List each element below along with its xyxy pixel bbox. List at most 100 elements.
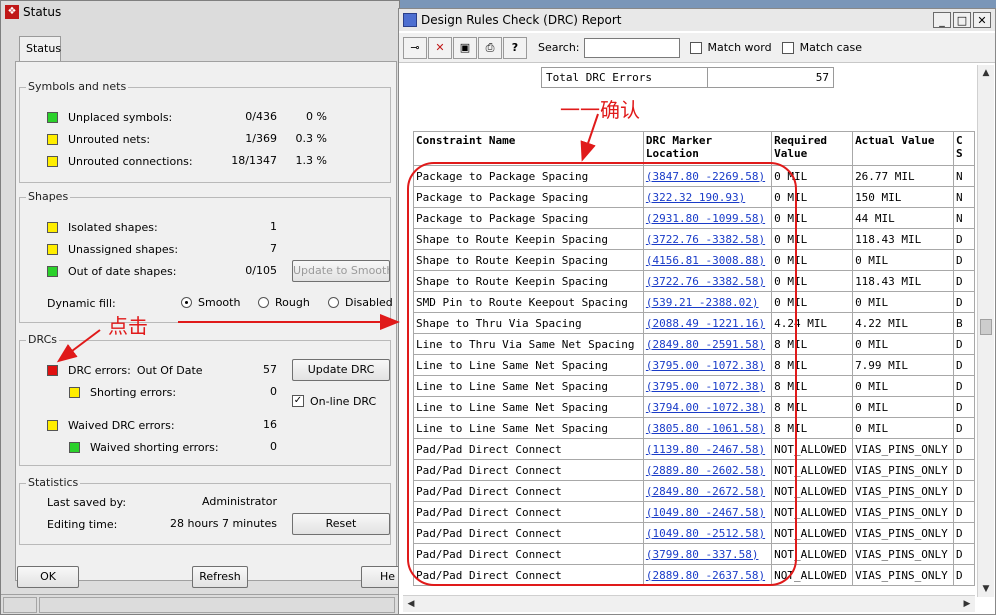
update-drc-button[interactable]: Update DRC xyxy=(292,359,390,381)
scroll-down-icon[interactable]: ▼ xyxy=(978,581,994,597)
cell-marker-location[interactable]: (2931.80 -1099.58) xyxy=(642,207,773,229)
scroll-left-icon[interactable]: ◀ xyxy=(403,596,419,612)
online-drc-checkbox[interactable]: ✓ On-line DRC xyxy=(292,394,376,408)
cell-marker-location[interactable]: (2088.49 -1221.16) xyxy=(642,312,773,334)
marker-location-link[interactable]: (3795.00 -1072.38) xyxy=(646,380,765,393)
marker-location-link[interactable]: (2889.80 -2602.58) xyxy=(646,464,765,477)
table-row: Pad/Pad Direct Connect (1139.80 -2467.58)… xyxy=(413,438,975,460)
marker-location-link[interactable]: (539.21 -2388.02) xyxy=(646,296,759,309)
cell-required-value: 8 MIL xyxy=(771,417,854,439)
marker-location-link[interactable]: (2889.80 -2637.58) xyxy=(646,569,765,582)
marker-location-link[interactable]: (322.32 190.93) xyxy=(646,191,745,204)
radio-selected-icon xyxy=(181,296,192,308)
marker-location-link[interactable]: (1049.80 -2467.58) xyxy=(646,506,765,519)
maximize-icon[interactable]: □ xyxy=(953,12,971,28)
marker-location-link[interactable]: (2849.80 -2591.58) xyxy=(646,338,765,351)
marker-location-link[interactable]: (4156.81 -3008.88) xyxy=(646,254,765,267)
scroll-thumb[interactable] xyxy=(980,319,992,335)
cell-marker-location[interactable]: (1049.80 -2512.58) xyxy=(642,522,773,544)
cell-marker-location[interactable]: (2849.80 -2591.58) xyxy=(642,333,773,355)
cell-marker-location[interactable]: (1139.80 -2467.58) xyxy=(642,438,773,460)
cell-marker-location[interactable]: (2889.80 -2602.58) xyxy=(642,459,773,481)
table-row: Pad/Pad Direct Connect (2849.80 -2672.58)… xyxy=(413,480,975,502)
cell-marker-location[interactable]: (3794.00 -1072.38) xyxy=(642,396,773,418)
marker-location-link[interactable]: (3805.80 -1061.58) xyxy=(646,422,765,435)
marker-location-link[interactable]: (3722.76 -3382.58) xyxy=(646,233,765,246)
cell-s: D xyxy=(952,564,975,586)
print-icon[interactable]: ⎙ xyxy=(478,36,502,59)
help-button[interactable]: He xyxy=(361,566,401,588)
tab-status[interactable]: Status xyxy=(19,36,61,62)
cell-required-value: 8 MIL xyxy=(771,375,854,397)
checkbox-icon xyxy=(689,41,702,54)
marker-location-link[interactable]: (2088.49 -1221.16) xyxy=(646,317,765,330)
report-content[interactable]: Total DRC Errors 57 Constraint Name DRC … xyxy=(403,65,975,597)
close-icon[interactable]: ✕ xyxy=(973,12,991,28)
marker-location-link[interactable]: (1049.80 -2512.58) xyxy=(646,527,765,540)
fill-smooth-label: Smooth xyxy=(198,295,241,309)
status-green-icon xyxy=(47,111,58,123)
cell-actual-value: 44 MIL xyxy=(852,207,954,229)
cell-s: B xyxy=(952,312,975,334)
reset-button[interactable]: Reset xyxy=(292,513,390,535)
cell-required-value: 8 MIL xyxy=(771,396,854,418)
drc-errors-icon[interactable] xyxy=(47,364,58,376)
status-titlebar[interactable]: ❖ Status xyxy=(1,1,399,23)
marker-location-link[interactable]: (1139.80 -2467.58) xyxy=(646,443,765,456)
match-case-checkbox[interactable]: Match case xyxy=(781,41,862,54)
cell-actual-value: VIAS_PINS_ONLY xyxy=(852,438,954,460)
cell-marker-location[interactable]: (322.32 190.93) xyxy=(642,186,773,208)
help-icon[interactable]: ? xyxy=(503,36,527,59)
delete-icon[interactable]: ✕ xyxy=(428,36,452,59)
cell-marker-location[interactable]: (2889.80 -2637.58) xyxy=(642,564,773,586)
vertical-scrollbar[interactable]: ▲ ▼ xyxy=(977,65,994,597)
fill-smooth-radio[interactable]: Smooth xyxy=(181,295,240,309)
marker-location-link[interactable]: (2931.80 -1099.58) xyxy=(646,212,765,225)
cell-marker-location[interactable]: (1049.80 -2467.58) xyxy=(642,501,773,523)
cell-s: N xyxy=(952,186,975,208)
drc-titlebar[interactable]: Design Rules Check (DRC) Report _ □ ✕ xyxy=(399,9,995,31)
scroll-up-icon[interactable]: ▲ xyxy=(978,65,994,81)
marker-location-link[interactable]: (2849.80 -2672.58) xyxy=(646,485,765,498)
report-icon xyxy=(403,13,417,27)
cell-actual-value: 7.99 MIL xyxy=(852,354,954,376)
update-to-smooth-button[interactable]: Update to Smooth xyxy=(292,260,390,282)
cell-marker-location[interactable]: (3847.80 -2269.58) xyxy=(642,165,773,187)
fill-rough-radio[interactable]: Rough xyxy=(258,295,310,309)
horizontal-scrollbar[interactable]: ◀ ▶ xyxy=(403,595,975,612)
cell-marker-location[interactable]: (3795.00 -1072.38) xyxy=(642,375,773,397)
cell-s: D xyxy=(952,396,975,418)
marker-location-link[interactable]: (3794.00 -1072.38) xyxy=(646,401,765,414)
cell-marker-location[interactable]: (3722.76 -3382.58) xyxy=(642,228,773,250)
waived-drc-errors-row: Waived DRC errors: xyxy=(47,418,175,432)
scroll-right-icon[interactable]: ▶ xyxy=(959,596,975,612)
match-word-checkbox[interactable]: Match word xyxy=(689,41,772,54)
drc-errors-row: DRC errors: Out Of Date xyxy=(47,363,203,377)
minimize-icon[interactable]: _ xyxy=(933,12,951,28)
ok-button[interactable]: OK xyxy=(17,566,79,588)
cell-s: D xyxy=(952,438,975,460)
unrouted-nets-pct: 0.3 % xyxy=(295,132,327,145)
refresh-button[interactable]: Refresh xyxy=(192,566,248,588)
marker-location-link[interactable]: (3795.00 -1072.38) xyxy=(646,359,765,372)
pin-icon[interactable]: ⊸ xyxy=(403,36,427,59)
marker-location-link[interactable]: (3847.80 -2269.58) xyxy=(646,170,765,183)
isolated-shapes-row: Isolated shapes: xyxy=(47,220,158,234)
cell-marker-location[interactable]: (4156.81 -3008.88) xyxy=(642,249,773,271)
search-input[interactable] xyxy=(583,37,680,58)
cell-marker-location[interactable]: (3799.80 -337.58) xyxy=(642,543,773,565)
fill-disabled-label: Disabled xyxy=(345,295,393,309)
cell-marker-location[interactable]: (3795.00 -1072.38) xyxy=(642,354,773,376)
cell-marker-location[interactable]: (2849.80 -2672.58) xyxy=(642,480,773,502)
marker-location-link[interactable]: (3722.76 -3382.58) xyxy=(646,275,765,288)
waived-shorting-errors-row: Waived shorting errors: xyxy=(69,440,219,454)
fill-disabled-radio[interactable]: Disabled xyxy=(328,295,393,309)
save-icon[interactable]: ▣ xyxy=(453,36,477,59)
cell-actual-value: 4.22 MIL xyxy=(852,312,954,334)
cell-marker-location[interactable]: (3722.76 -3382.58) xyxy=(642,270,773,292)
cell-marker-location[interactable]: (539.21 -2388.02) xyxy=(642,291,773,313)
status-yellow-icon xyxy=(47,133,58,145)
table-row: Pad/Pad Direct Connect (3799.80 -337.58) N… xyxy=(413,543,975,565)
cell-marker-location[interactable]: (3805.80 -1061.58) xyxy=(642,417,773,439)
marker-location-link[interactable]: (3799.80 -337.58) xyxy=(646,548,759,561)
